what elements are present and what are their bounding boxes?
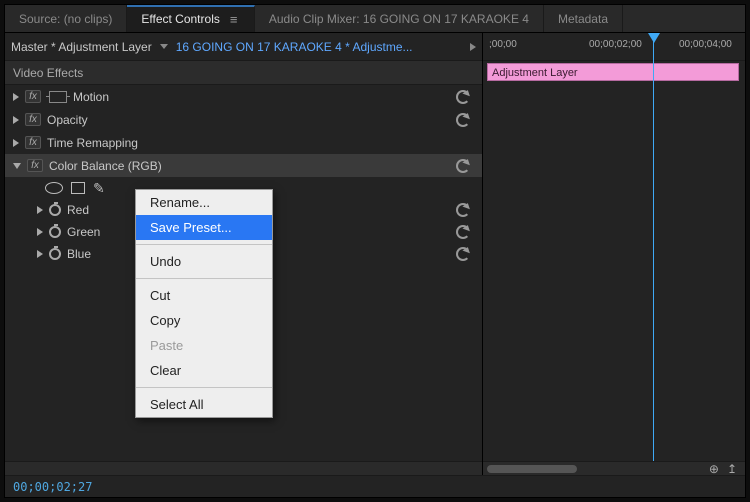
effect-label: Color Balance (RGB) — [49, 159, 162, 173]
go-to-sequence-icon[interactable] — [470, 43, 476, 51]
tab-audio-clip-mixer[interactable]: Audio Clip Mixer: 16 GOING ON 17 KARAOKE… — [255, 5, 544, 32]
menu-item-save-preset[interactable]: Save Preset... — [136, 215, 272, 240]
menu-separator — [136, 387, 272, 388]
breadcrumb-master[interactable]: Master * Adjustment Layer — [11, 40, 152, 54]
effect-controls-panel: Source: (no clips) Effect Controls Audio… — [4, 4, 746, 498]
fx-enabled-badge[interactable]: fx — [25, 90, 41, 103]
timeline-scrollbar: ⊕ ↥ — [483, 461, 745, 475]
section-header-video-effects: Video Effects — [5, 61, 482, 85]
stopwatch-icon[interactable] — [49, 204, 61, 216]
tab-metadata[interactable]: Metadata — [544, 5, 623, 32]
left-scrollbar[interactable] — [5, 461, 482, 475]
fx-enabled-badge[interactable]: fx — [25, 136, 41, 149]
twisty-icon[interactable] — [37, 250, 43, 258]
fx-enabled-badge[interactable]: fx — [25, 113, 41, 126]
menu-item-clear[interactable]: Clear — [136, 358, 272, 383]
panel-menu-icon[interactable] — [230, 12, 240, 27]
ruler-tick: 00;00;04;00 — [679, 39, 732, 50]
context-menu: Rename... Save Preset... Undo Cut Copy P… — [135, 189, 273, 418]
menu-item-paste: Paste — [136, 333, 272, 358]
twisty-icon[interactable] — [37, 228, 43, 236]
clip-bar[interactable]: Adjustment Layer — [487, 63, 739, 81]
tab-label: Metadata — [558, 12, 608, 26]
playhead-line — [653, 41, 654, 461]
panel-tabbar: Source: (no clips) Effect Controls Audio… — [5, 5, 745, 33]
fx-enabled-badge[interactable]: fx — [27, 159, 43, 172]
twisty-icon[interactable] — [13, 139, 19, 147]
reset-icon[interactable] — [456, 247, 470, 261]
twisty-icon[interactable] — [13, 163, 21, 169]
tab-source[interactable]: Source: (no clips) — [5, 5, 127, 32]
pen-mask-icon[interactable]: ✎ — [93, 180, 105, 197]
stopwatch-icon[interactable] — [49, 248, 61, 260]
zoom-scrollbar-thumb[interactable] — [487, 465, 577, 473]
section-label: Video Effects — [13, 66, 83, 80]
master-track-row: Adjustment Layer — [483, 61, 745, 85]
param-label: Blue — [67, 247, 91, 261]
reset-icon[interactable] — [456, 90, 470, 104]
param-label: Red — [67, 203, 89, 217]
playhead-icon[interactable] — [648, 33, 660, 43]
tab-label: Audio Clip Mixer: 16 GOING ON 17 KARAOKE… — [269, 12, 529, 26]
clip-bar-label: Adjustment Layer — [492, 67, 578, 79]
clip-breadcrumb: Master * Adjustment Layer 16 GOING ON 17… — [5, 33, 482, 61]
current-timecode[interactable]: 00;00;02;27 — [13, 480, 92, 494]
chevron-down-icon[interactable] — [160, 44, 168, 49]
effect-label: Motion — [73, 90, 109, 104]
ruler-tick: 00;00;02;00 — [589, 39, 642, 50]
timeline-pane: ;00;00 00;00;02;00 00;00;04;00 Adjustmen… — [483, 33, 745, 475]
tab-label: Effect Controls — [141, 12, 219, 26]
menu-separator — [136, 244, 272, 245]
tab-effect-controls[interactable]: Effect Controls — [127, 5, 254, 32]
menu-item-rename[interactable]: Rename... — [136, 190, 272, 215]
menu-item-cut[interactable]: Cut — [136, 283, 272, 308]
effect-row-opacity[interactable]: fx Opacity — [5, 108, 482, 131]
motion-bounds-icon[interactable] — [49, 91, 67, 103]
status-bar: 00;00;02;27 — [5, 475, 745, 497]
effect-row-color-balance[interactable]: fx Color Balance (RGB) — [5, 154, 482, 177]
reset-icon[interactable] — [456, 203, 470, 217]
ellipse-mask-icon[interactable] — [45, 182, 63, 194]
effect-row-motion[interactable]: fx Motion — [5, 85, 482, 108]
effect-label: Opacity — [47, 113, 88, 127]
reset-icon[interactable] — [456, 159, 470, 173]
ruler-tick: ;00;00 — [489, 39, 517, 50]
reset-icon[interactable] — [456, 113, 470, 127]
time-ruler[interactable]: ;00;00 00;00;02;00 00;00;04;00 — [483, 33, 745, 61]
twisty-icon[interactable] — [13, 116, 19, 124]
effect-row-time-remapping[interactable]: fx Time Remapping — [5, 131, 482, 154]
zoom-icon[interactable]: ⊕ — [709, 462, 719, 476]
export-icon[interactable]: ↥ — [727, 462, 737, 476]
param-label: Green — [67, 225, 100, 239]
effect-label: Time Remapping — [47, 136, 138, 150]
rectangle-mask-icon[interactable] — [71, 182, 85, 194]
twisty-icon[interactable] — [13, 93, 19, 101]
menu-item-copy[interactable]: Copy — [136, 308, 272, 333]
menu-item-undo[interactable]: Undo — [136, 249, 272, 274]
reset-icon[interactable] — [456, 225, 470, 239]
menu-separator — [136, 278, 272, 279]
stopwatch-icon[interactable] — [49, 226, 61, 238]
tab-label: Source: (no clips) — [19, 12, 112, 26]
breadcrumb-clip[interactable]: 16 GOING ON 17 KARAOKE 4 * Adjustme... — [176, 40, 413, 54]
twisty-icon[interactable] — [37, 206, 43, 214]
menu-item-select-all[interactable]: Select All — [136, 392, 272, 417]
